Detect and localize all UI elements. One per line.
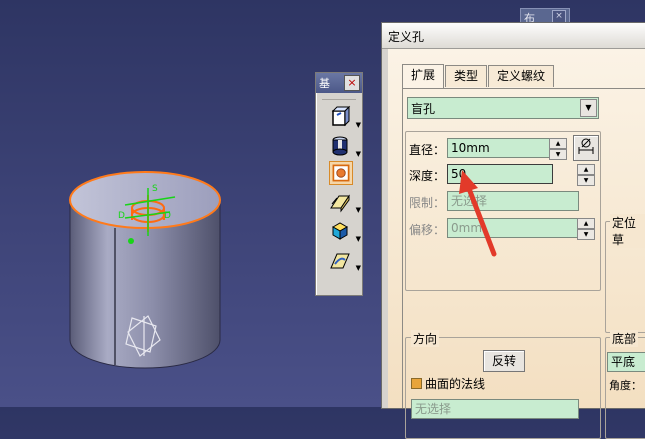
shaft-button[interactable]: ▼: [327, 132, 361, 158]
sketch-label: S: [152, 184, 158, 194]
define-hole-dialog[interactable]: 定义孔 扩展 类型 定义螺纹 盲孔 ▼ 直径： 10mm ▲ ▼ 深度： 50 …: [381, 22, 645, 439]
normal-to-surface-label: 曲面的法线: [425, 377, 486, 391]
extension-panel: 盲孔 ▼ 直径： 10mm ▲ ▼ 深度： 50 ▲ ▼ 限制： 无选择 偏移： 0…: [402, 88, 645, 439]
diameter-label: 直径：: [409, 143, 446, 157]
positioning-sketch-label: 定位草: [610, 214, 645, 248]
cylinder-model[interactable]: S D D: [0, 0, 320, 407]
diameter-dimension-button[interactable]: [573, 135, 599, 161]
dialog-tabs: 扩展 类型 定义螺纹: [402, 64, 555, 88]
limit-field[interactable]: 无选择: [447, 191, 579, 211]
diameter-spinner[interactable]: ▲ ▼: [549, 138, 567, 160]
toolbar-grip[interactable]: [322, 93, 356, 100]
hole-type-select[interactable]: 盲孔 ▼: [407, 97, 599, 119]
offset-field[interactable]: 0mm: [447, 218, 579, 238]
sketch-based-features-toolbar[interactable]: 基 × ▼ ▼ ▼ ▼ ▼: [315, 72, 363, 296]
depth-label: 深度：: [409, 169, 446, 183]
sketch-label: D: [164, 211, 171, 221]
stiffener-button[interactable]: ▼: [327, 246, 361, 272]
dialog-title: 定义孔: [388, 30, 425, 44]
direction-group-label: 方向: [411, 330, 440, 347]
direction-field[interactable]: 无选择: [411, 399, 579, 419]
toolbar-title: 基: [319, 77, 330, 90]
toolbar-titlebar[interactable]: 基 ×: [316, 73, 362, 93]
3d-viewport[interactable]: S D D 布 × 基 × ▼ ▼ ▼ ▼ ▼ 定义孔 扩展 类型 定义螺纹 盲…: [0, 0, 645, 439]
chevron-down-icon[interactable]: ▼: [580, 99, 597, 117]
diameter-symbol-icon: [578, 138, 594, 154]
hole-icon: [332, 164, 350, 182]
tab-thread[interactable]: 定义螺纹: [488, 65, 555, 87]
shaft-icon: [332, 136, 348, 156]
normal-to-surface-checkbox[interactable]: [411, 378, 422, 389]
dialog-titlebar[interactable]: 定义孔: [382, 23, 645, 49]
solid-icon: [331, 222, 349, 240]
offset-label: 偏移：: [409, 223, 446, 237]
tab-type[interactable]: 类型: [445, 65, 488, 87]
hole-type-value: 盲孔: [411, 102, 436, 116]
bottom-type-select[interactable]: 平底: [607, 352, 645, 372]
depth-field[interactable]: 50: [447, 164, 553, 184]
rib-icon: [330, 194, 350, 213]
dialog-body: 扩展 类型 定义螺纹 盲孔 ▼ 直径： 10mm ▲ ▼ 深度： 50 ▲ ▼ …: [388, 49, 645, 439]
offset-spinner[interactable]: ▲ ▼: [577, 218, 595, 240]
diameter-field[interactable]: 10mm: [447, 138, 553, 158]
rib-button[interactable]: ▼: [327, 188, 361, 214]
toolbar-close-button[interactable]: ×: [344, 75, 360, 91]
pad-icon: [331, 105, 351, 127]
hole-button[interactable]: [329, 161, 353, 185]
angle-label: 角度：: [609, 379, 642, 392]
reverse-button[interactable]: 反转: [483, 350, 525, 372]
stiffener-icon: [330, 253, 350, 269]
pad-button[interactable]: ▼: [327, 103, 361, 129]
depth-spinner[interactable]: ▲ ▼: [577, 164, 595, 186]
limit-label: 限制：: [409, 196, 446, 210]
sketch-label: D: [118, 211, 125, 221]
solid-combine-button[interactable]: ▼: [327, 217, 361, 243]
bottom-group-label: 底部: [610, 330, 639, 347]
tab-extension[interactable]: 扩展: [402, 64, 445, 88]
